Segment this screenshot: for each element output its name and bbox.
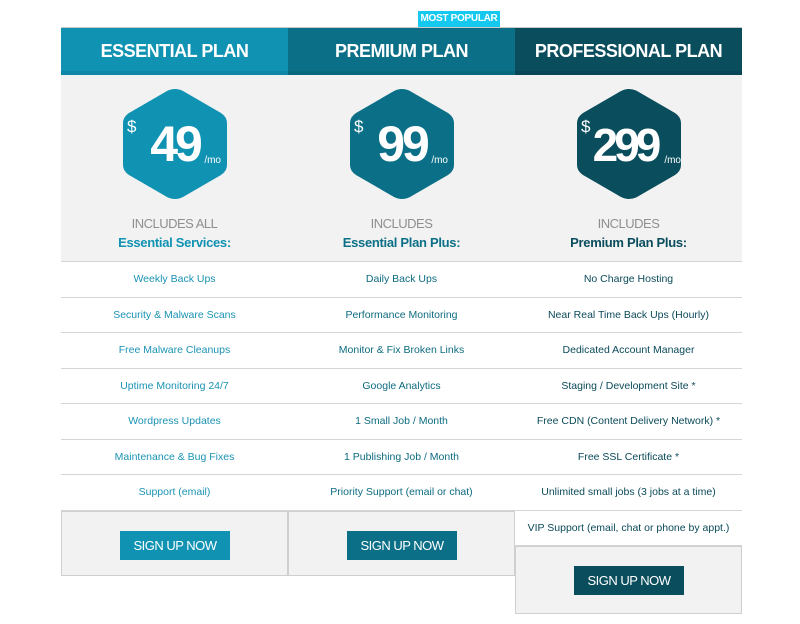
feature-item: 1 Small Job / Month bbox=[288, 404, 515, 440]
plan-title: PREMIUM PLAN bbox=[288, 27, 515, 75]
plan-column-premium: PREMIUM PLAN $ 99 /mo INCLUDES Essential… bbox=[288, 27, 515, 576]
feature-item: Wordpress Updates bbox=[61, 404, 288, 440]
plan-column-professional: PROFESSIONAL PLAN $ 299 /mo INCLUDES Pre… bbox=[515, 27, 742, 614]
price-hexagon: $ 49 /mo bbox=[121, 87, 229, 201]
feature-item: Uptime Monitoring 24/7 bbox=[61, 368, 288, 404]
includes-title: Essential Services: bbox=[118, 235, 231, 250]
includes-label: INCLUDES bbox=[370, 216, 433, 231]
feature-item: Dedicated Account Manager bbox=[515, 333, 742, 369]
feature-item: Monitor & Fix Broken Links bbox=[288, 333, 515, 369]
feature-item: Unlimited small jobs (3 jobs at a time) bbox=[515, 475, 742, 511]
feature-item: Free SSL Certificate * bbox=[515, 439, 742, 475]
plan-title: ESSENTIAL PLAN bbox=[61, 27, 288, 75]
feature-list: No Charge Hosting Near Real Time Back Up… bbox=[515, 262, 742, 546]
price-panel: $ 49 /mo INCLUDES ALL Essential Services… bbox=[61, 75, 288, 262]
sign-up-button[interactable]: SIGN UP NOW bbox=[120, 530, 230, 560]
price-hexagon: $ 99 /mo bbox=[348, 87, 456, 201]
price-period: /mo bbox=[431, 155, 448, 166]
feature-item: Near Real Time Back Ups (Hourly) bbox=[515, 297, 742, 333]
feature-item: 1 Publishing Job / Month bbox=[288, 439, 515, 475]
plan-title: PROFESSIONAL PLAN bbox=[515, 27, 742, 75]
feature-item: Staging / Development Site * bbox=[515, 368, 742, 404]
includes-label: INCLUDES bbox=[597, 216, 660, 231]
price-hexagon: $ 299 /mo bbox=[575, 87, 683, 201]
price-amount: 299 bbox=[592, 119, 662, 171]
feature-item: Daily Back Ups bbox=[288, 262, 515, 298]
includes-title: Essential Plan Plus: bbox=[342, 235, 461, 250]
price-period: /mo bbox=[204, 155, 221, 166]
price-panel: $ 299 /mo INCLUDES Premium Plan Plus: bbox=[515, 75, 742, 262]
most-popular-badge: MOST POPULAR bbox=[418, 11, 500, 27]
sign-up-button[interactable]: SIGN UP NOW bbox=[574, 566, 684, 595]
plan-column-essential: ESSENTIAL PLAN $ 49 /mo INCLUDES ALL Ess… bbox=[61, 27, 288, 576]
feature-item: Priority Support (email or chat) bbox=[288, 475, 515, 511]
plan-footer: SIGN UP NOW bbox=[288, 510, 515, 576]
plan-footer: SIGN UP NOW bbox=[61, 510, 288, 576]
plan-footer: SIGN UP NOW bbox=[515, 546, 742, 614]
price-panel: $ 99 /mo INCLUDES Essential Plan Plus: bbox=[288, 75, 515, 262]
price-period: /mo bbox=[664, 155, 681, 166]
feature-item: Free CDN (Content Delivery Network) * bbox=[515, 404, 742, 440]
feature-list: Daily Back Ups Performance Monitoring Mo… bbox=[288, 262, 515, 511]
includes-title: Premium Plan Plus: bbox=[570, 235, 687, 250]
feature-item: No Charge Hosting bbox=[515, 262, 742, 298]
feature-item: Security & Malware Scans bbox=[61, 297, 288, 333]
feature-item: Performance Monitoring bbox=[288, 297, 515, 333]
feature-item: Google Analytics bbox=[288, 368, 515, 404]
feature-item: Weekly Back Ups bbox=[61, 262, 288, 298]
feature-item: Free Malware Cleanups bbox=[61, 333, 288, 369]
feature-item: Maintenance & Bug Fixes bbox=[61, 439, 288, 475]
includes-label: INCLUDES ALL bbox=[131, 216, 218, 231]
feature-item: Support (email) bbox=[61, 475, 288, 511]
feature-item: VIP Support (email, chat or phone by app… bbox=[515, 510, 742, 546]
sign-up-button[interactable]: SIGN UP NOW bbox=[347, 530, 457, 560]
feature-list: Weekly Back Ups Security & Malware Scans… bbox=[61, 262, 288, 511]
